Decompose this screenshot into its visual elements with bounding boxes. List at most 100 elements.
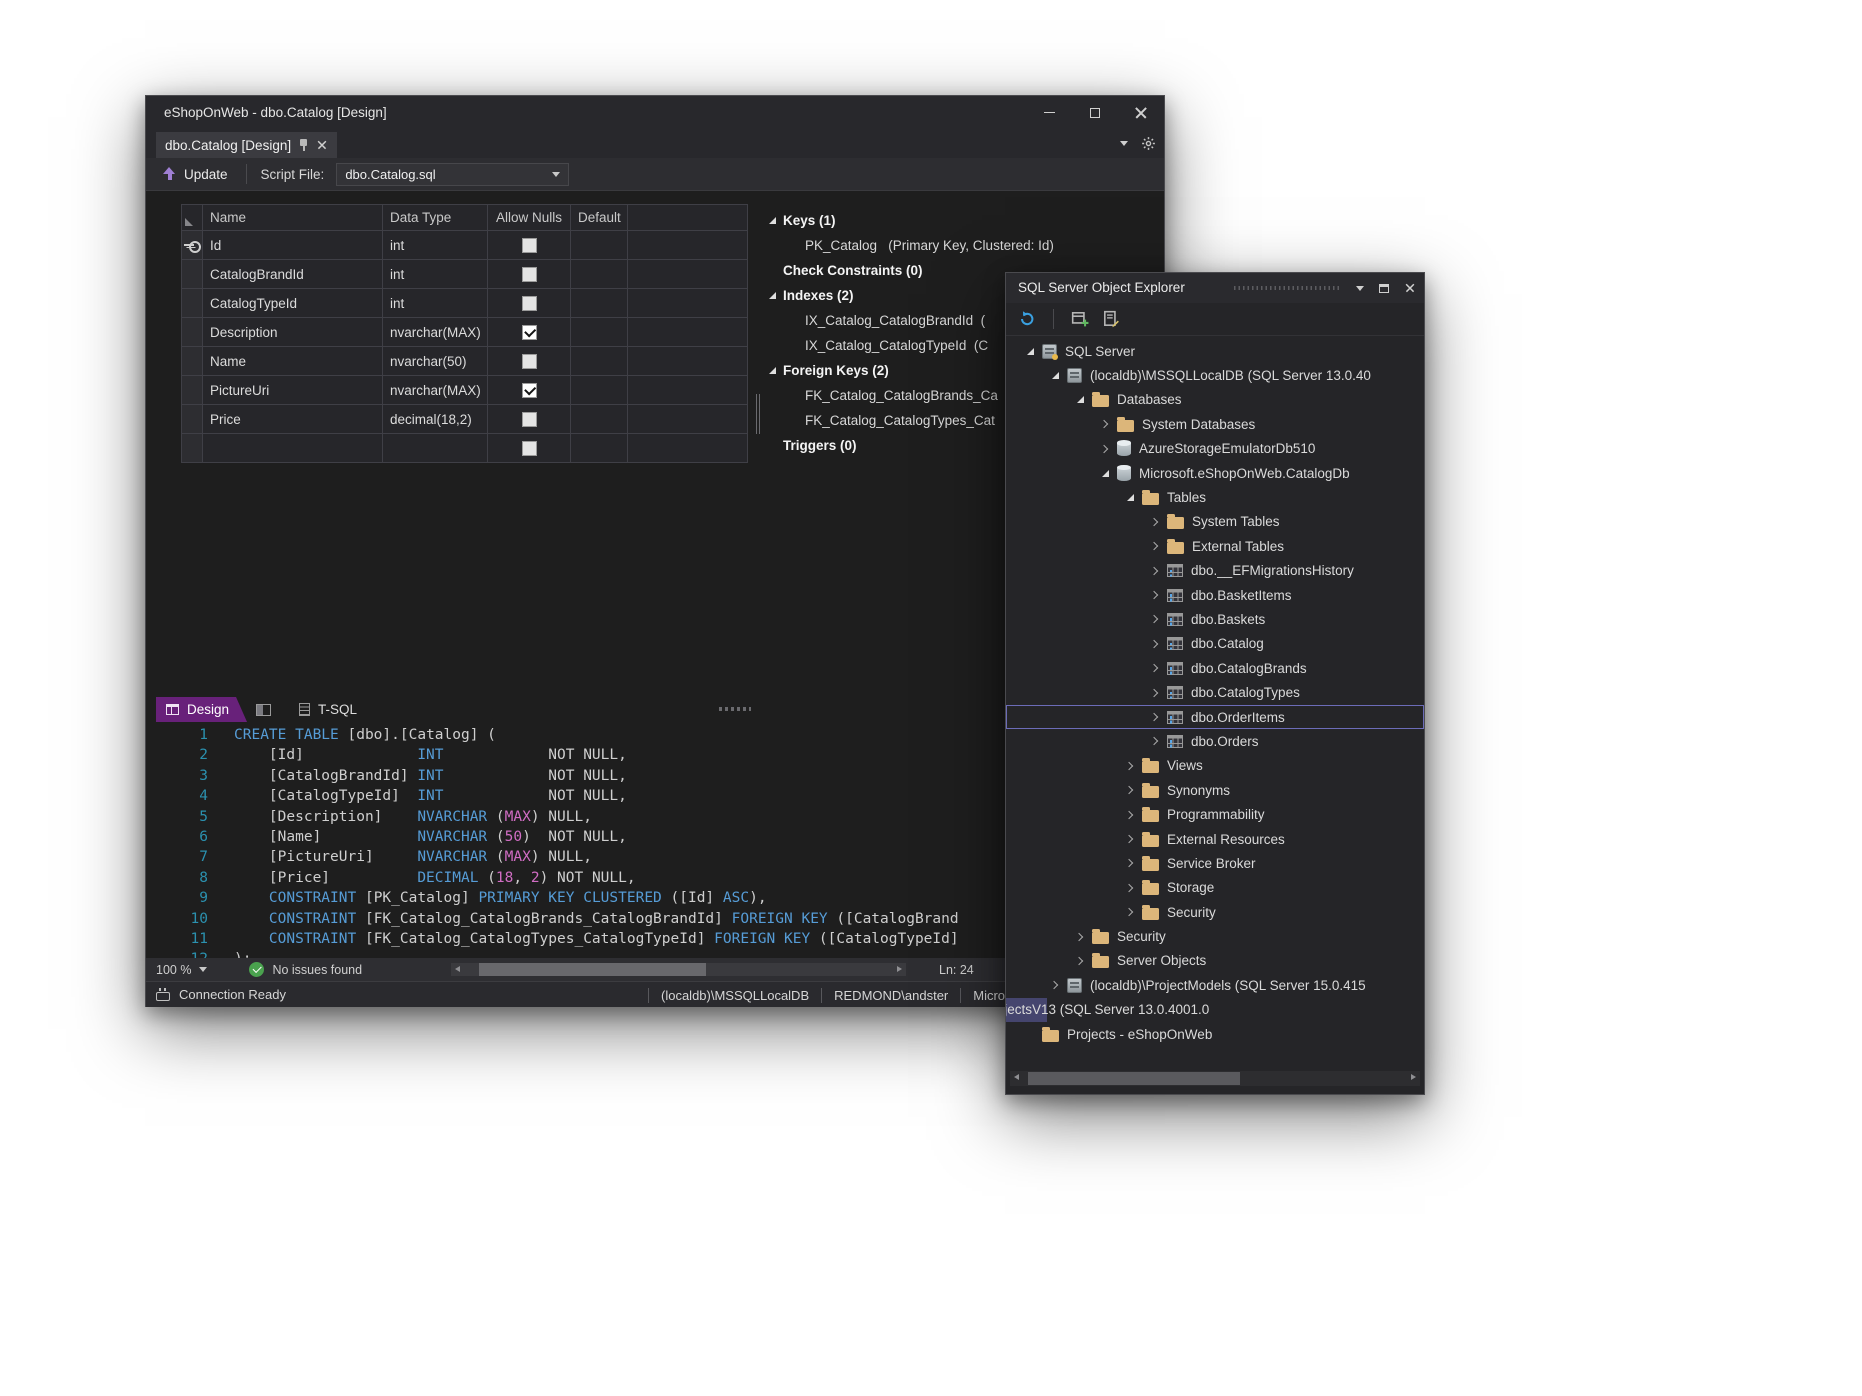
tree-item[interactable]: Storage: [1006, 876, 1424, 900]
tree-item[interactable]: External Tables: [1006, 534, 1424, 558]
expander-icon[interactable]: [1147, 568, 1163, 574]
header-default[interactable]: Default: [571, 205, 628, 231]
row-selector[interactable]: [182, 318, 203, 347]
tab-dbo-catalog-design[interactable]: dbo.Catalog [Design]: [156, 132, 337, 158]
expander-icon[interactable]: [1147, 738, 1163, 744]
allow-nulls-checkbox[interactable]: [522, 354, 537, 369]
column-name-cell[interactable]: Description: [203, 318, 383, 347]
maximize-button[interactable]: [1072, 96, 1118, 129]
window-position-icon[interactable]: [1379, 284, 1389, 293]
default-cell[interactable]: [571, 231, 628, 260]
column-name-cell[interactable]: [203, 434, 383, 463]
horizontal-splitter-grip[interactable]: [719, 707, 751, 711]
row-selector[interactable]: [182, 231, 203, 260]
tree-item[interactable]: dbo.Catalog: [1006, 632, 1424, 656]
tree-item[interactable]: (localdb)\MSSQLLocalDB (SQL Server 13.0.…: [1006, 363, 1424, 387]
tree-item[interactable]: AzureStorageEmulatorDb510: [1006, 437, 1424, 461]
tree-item[interactable]: Programmability: [1006, 802, 1424, 826]
gear-icon[interactable]: [1141, 136, 1156, 151]
tree-item[interactable]: dbo.__EFMigrationsHistory: [1006, 559, 1424, 583]
expander-icon[interactable]: [1147, 665, 1163, 671]
scrollbar-thumb[interactable]: [479, 963, 706, 976]
allow-nulls-checkbox[interactable]: [522, 296, 537, 311]
column-name-cell[interactable]: Name: [203, 347, 383, 376]
data-type-cell[interactable]: nvarchar(50): [383, 347, 488, 376]
row-selector[interactable]: [182, 347, 203, 376]
expander-icon[interactable]: [1072, 958, 1088, 964]
default-cell[interactable]: [571, 347, 628, 376]
keys-panel-item[interactable]: Keys (1): [761, 208, 1163, 233]
table-row[interactable]: Pricedecimal(18,2): [182, 405, 748, 434]
close-button[interactable]: [1118, 96, 1164, 129]
refresh-button[interactable]: [1016, 307, 1038, 331]
expander-icon[interactable]: [761, 367, 783, 374]
allow-nulls-cell[interactable]: [488, 405, 571, 434]
tree-item[interactable]: dbo.CatalogBrands: [1006, 656, 1424, 680]
tree-item[interactable]: Service Broker: [1006, 851, 1424, 875]
expander-icon[interactable]: [1122, 836, 1138, 842]
issues-indicator[interactable]: No issues found: [249, 962, 362, 977]
expander-icon[interactable]: [1022, 348, 1038, 355]
window-menu-chevron-icon[interactable]: [1356, 286, 1364, 291]
tree-item[interactable]: System Databases: [1006, 412, 1424, 436]
table-row[interactable]: Descriptionnvarchar(MAX): [182, 318, 748, 347]
swap-panes-icon[interactable]: [256, 704, 271, 716]
row-selector[interactable]: [182, 376, 203, 405]
tree-item[interactable]: Projects - eShopOnWeb: [1006, 1022, 1424, 1046]
tree-item[interactable]: (localdb)\ProjectsV13 (SQL Server 13.0.4…: [1006, 998, 1047, 1022]
tree-item[interactable]: SQL Server: [1006, 339, 1424, 363]
expander-icon[interactable]: [1047, 372, 1063, 379]
tree-item[interactable]: dbo.Baskets: [1006, 607, 1424, 631]
tree-item[interactable]: Tables: [1006, 485, 1424, 509]
data-type-cell[interactable]: [383, 434, 488, 463]
tree-item[interactable]: Databases: [1006, 388, 1424, 412]
expander-icon[interactable]: [1122, 787, 1138, 793]
new-query-button[interactable]: [1100, 307, 1122, 331]
minimize-button[interactable]: [1026, 96, 1072, 129]
editor-horizontal-scrollbar[interactable]: [451, 963, 906, 976]
allow-nulls-checkbox[interactable]: [522, 267, 537, 282]
data-type-cell[interactable]: int: [383, 260, 488, 289]
tree-item[interactable]: Microsoft.eShopOnWeb.CatalogDb: [1006, 461, 1424, 485]
tab-design[interactable]: Design: [156, 697, 247, 722]
script-file-combobox[interactable]: dbo.Catalog.sql: [336, 163, 569, 186]
default-cell[interactable]: [571, 376, 628, 405]
table-row[interactable]: Namenvarchar(50): [182, 347, 748, 376]
expander-icon[interactable]: [1147, 543, 1163, 549]
data-type-cell[interactable]: nvarchar(MAX): [383, 376, 488, 405]
expander-icon[interactable]: [1147, 592, 1163, 598]
table-row[interactable]: [182, 434, 748, 463]
tab-close-icon[interactable]: [318, 141, 327, 150]
keys-panel-item[interactable]: PK_Catalog (Primary Key, Clustered: Id): [761, 233, 1163, 258]
explorer-title-bar[interactable]: SQL Server Object Explorer: [1006, 273, 1424, 303]
expander-icon[interactable]: [1097, 421, 1113, 427]
column-name-cell[interactable]: CatalogTypeId: [203, 289, 383, 318]
allow-nulls-checkbox[interactable]: [522, 441, 537, 456]
expander-icon[interactable]: [1122, 909, 1138, 915]
allow-nulls-cell[interactable]: [488, 318, 571, 347]
tree-item[interactable]: dbo.Orders: [1006, 729, 1424, 753]
table-row[interactable]: Idint: [182, 231, 748, 260]
allow-nulls-cell[interactable]: [488, 347, 571, 376]
column-name-cell[interactable]: Id: [203, 231, 383, 260]
update-button[interactable]: Update: [146, 158, 240, 190]
allow-nulls-checkbox[interactable]: [522, 325, 537, 340]
allow-nulls-checkbox[interactable]: [522, 238, 537, 253]
scroll-left-icon[interactable]: [455, 966, 460, 972]
explorer-close-icon[interactable]: [1406, 284, 1415, 293]
default-cell[interactable]: [571, 260, 628, 289]
tree-item[interactable]: (localdb)\ProjectModels (SQL Server 15.0…: [1006, 973, 1424, 997]
expander-icon[interactable]: [1122, 860, 1138, 866]
data-type-cell[interactable]: int: [383, 231, 488, 260]
expander-icon[interactable]: [1147, 714, 1163, 720]
column-name-cell[interactable]: CatalogBrandId: [203, 260, 383, 289]
header-name[interactable]: Name: [203, 205, 383, 231]
select-all-corner[interactable]: [182, 205, 203, 231]
default-cell[interactable]: [571, 405, 628, 434]
table-row[interactable]: PictureUrinvarchar(MAX): [182, 376, 748, 405]
expander-icon[interactable]: [1147, 690, 1163, 696]
scroll-right-icon[interactable]: [897, 966, 902, 972]
tree-item[interactable]: Security: [1006, 924, 1424, 948]
data-type-cell[interactable]: decimal(18,2): [383, 405, 488, 434]
expander-icon[interactable]: [1147, 519, 1163, 525]
